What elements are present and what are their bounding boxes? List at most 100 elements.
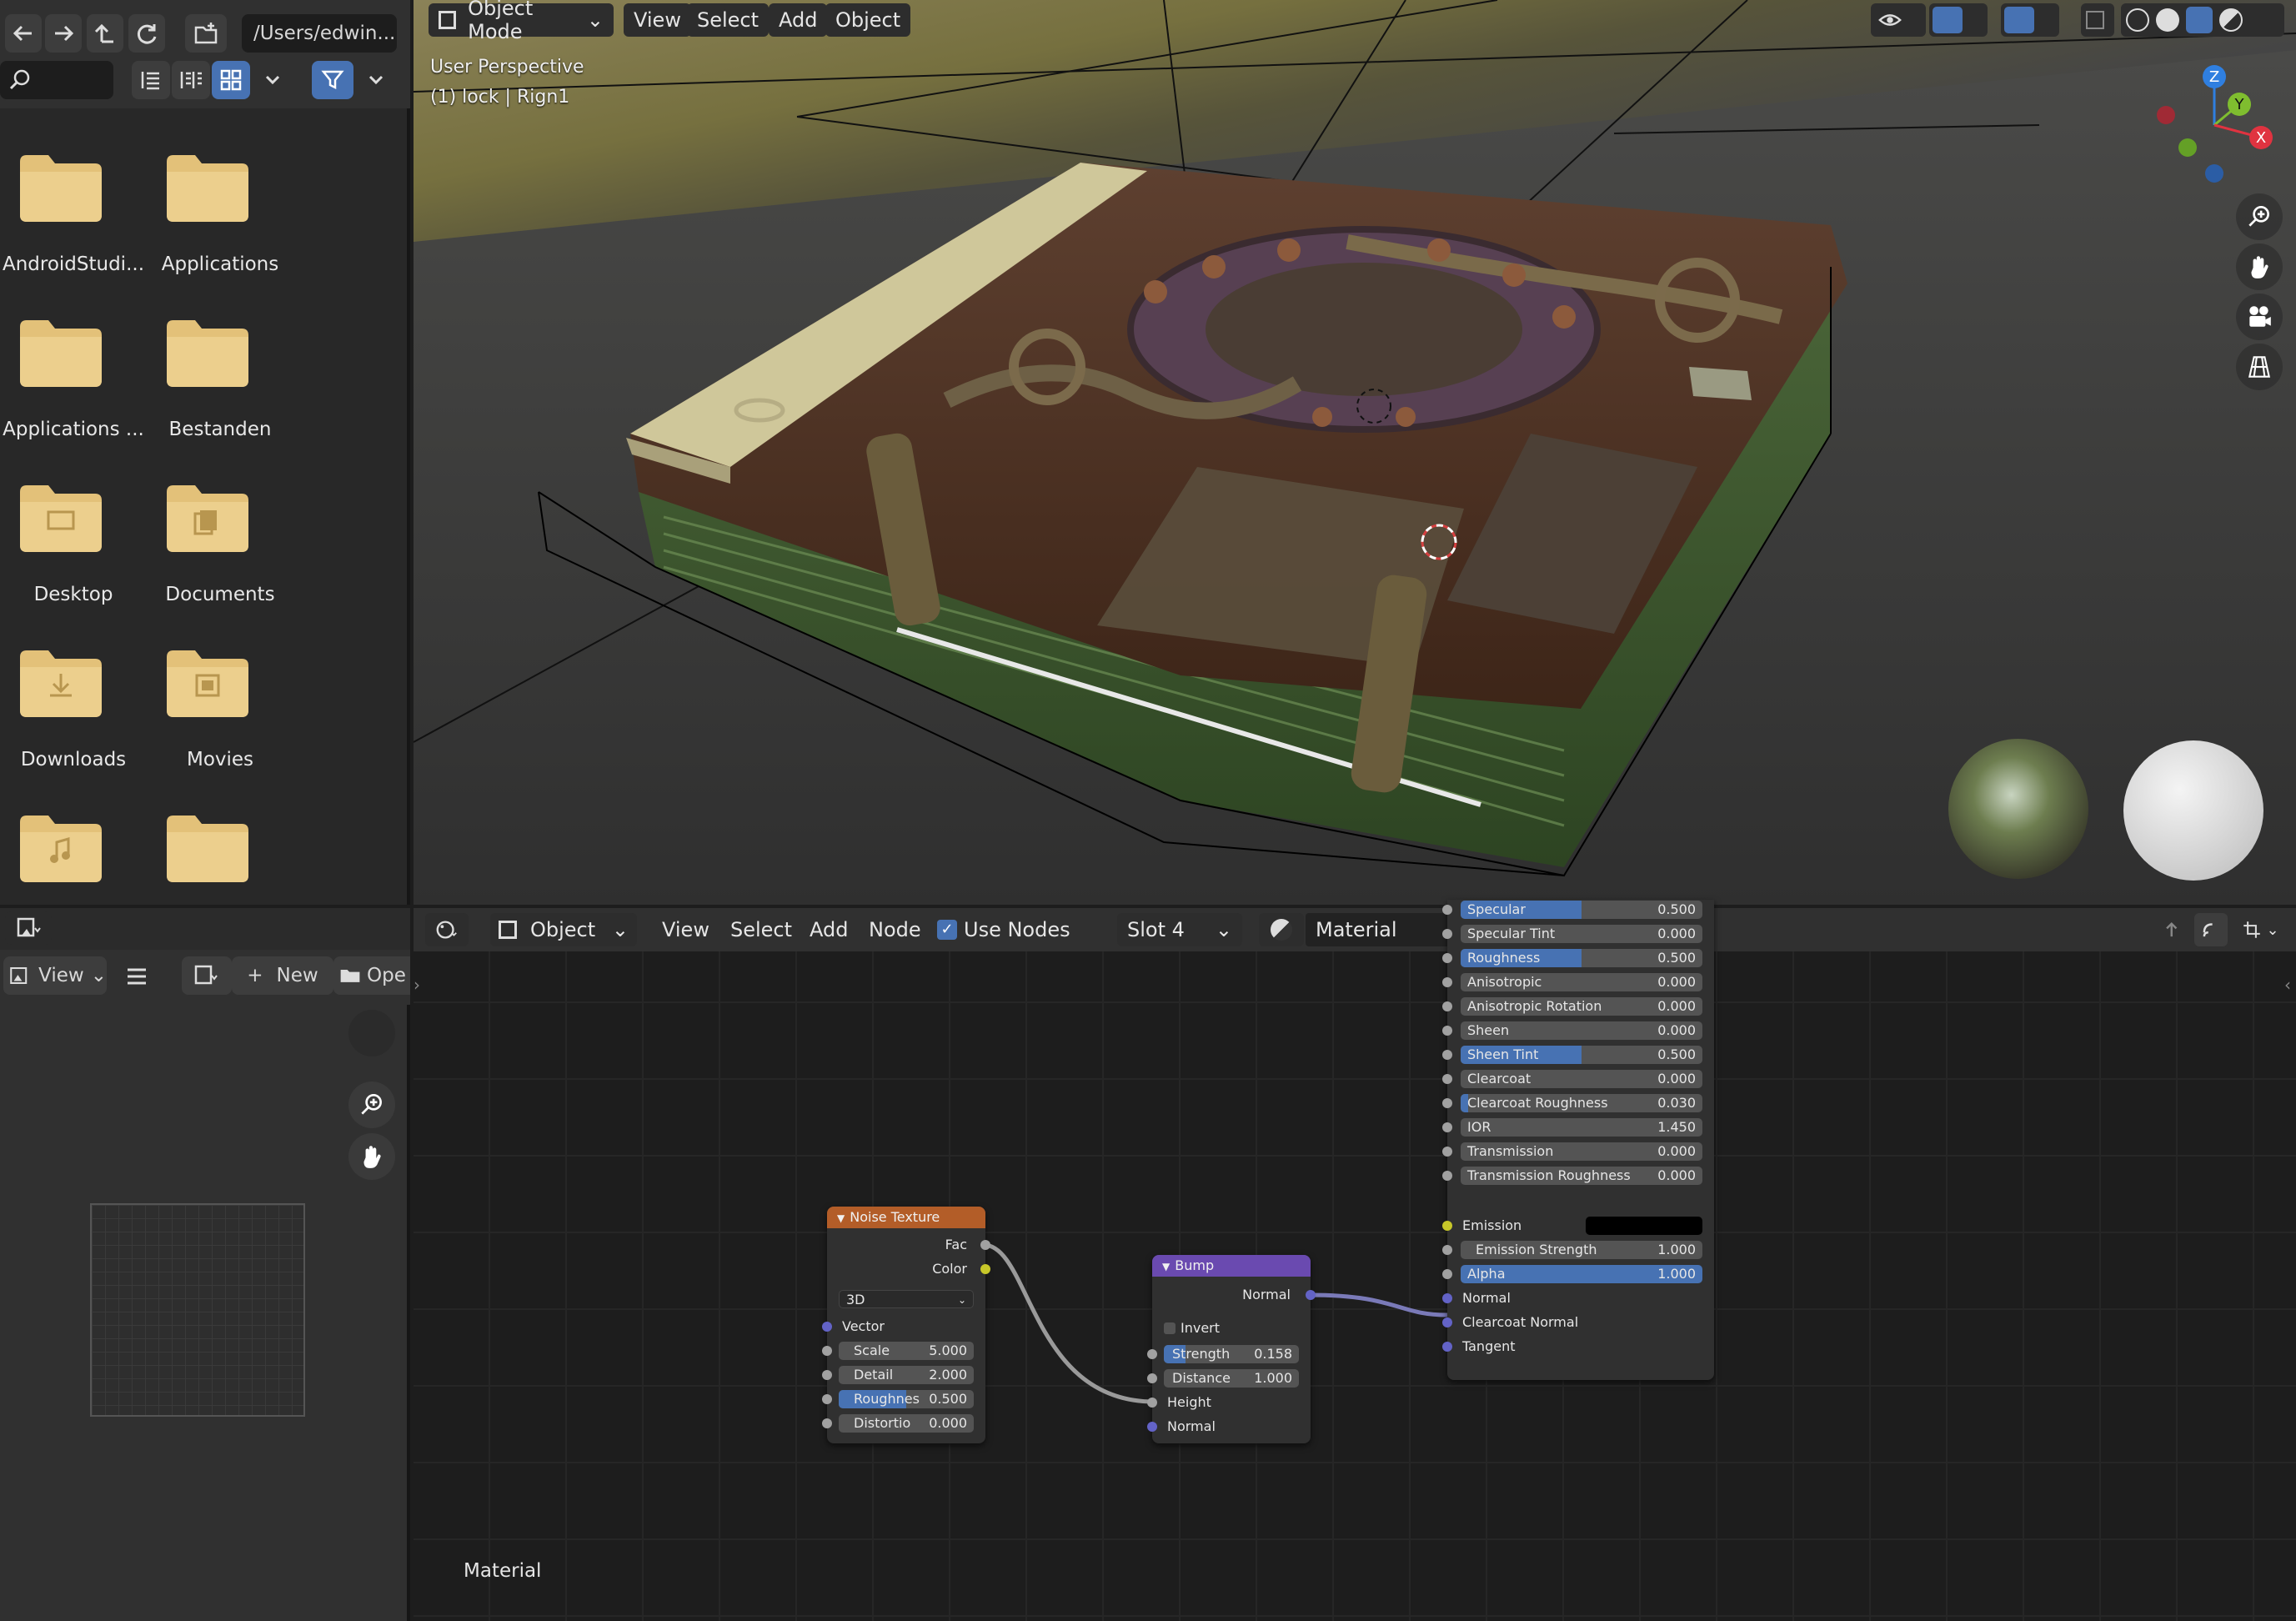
bsdf-input-socket[interactable] — [1442, 929, 1452, 939]
noise-value-field[interactable]: Distortio 0.000 — [839, 1414, 974, 1433]
clearcoat-normal-socket[interactable] — [1442, 1317, 1452, 1327]
empty-image-canvas[interactable] — [90, 1203, 305, 1417]
principled-bsdf-node[interactable]: Specular 0.500 Specular Tint 0.000 Roughness… — [1442, 900, 1714, 1380]
folder-item[interactable]: Movies — [147, 650, 293, 809]
viewport-menu-select[interactable]: Select — [687, 3, 770, 37]
viewport-menu-view[interactable]: View — [624, 3, 691, 37]
perspective-grid-icon[interactable] — [2236, 344, 2283, 390]
3d-viewport[interactable]: Object Mode ⌄ View Select Add Object Use… — [414, 0, 2296, 905]
bsdf-value-field[interactable]: IOR 1.450 — [1461, 1118, 1702, 1137]
forward-arrow-icon[interactable] — [45, 14, 82, 53]
bsdf-value-field[interactable]: Transmission 0.000 — [1461, 1142, 1702, 1161]
bsdf-value-field[interactable]: Sheen Tint 0.500 — [1461, 1046, 1702, 1064]
emission-socket[interactable] — [1442, 1221, 1452, 1231]
color-output-socket[interactable] — [980, 1264, 990, 1274]
image-pan-hand-icon[interactable] — [348, 1133, 395, 1180]
dimensions-dropdown[interactable]: 3D ⌄ — [839, 1290, 974, 1308]
visibility-eye-icon[interactable] — [1871, 3, 1926, 37]
height-input-socket[interactable] — [1147, 1398, 1157, 1408]
invert-checkbox[interactable]: Invert — [1152, 1318, 1311, 1338]
bsdf-input-socket[interactable] — [1442, 1171, 1452, 1181]
filter-icon[interactable] — [312, 61, 353, 99]
bsdf-input-socket[interactable] — [1442, 1098, 1452, 1108]
bsdf-value-field[interactable]: Anisotropic Rotation 0.000 — [1461, 997, 1702, 1016]
display-thumbnails-icon[interactable] — [212, 61, 250, 99]
gizmo-toggle-icon[interactable] — [1929, 3, 1988, 37]
bsdf-input-socket[interactable] — [1442, 953, 1452, 963]
bump-normal-output-socket[interactable] — [1306, 1290, 1316, 1300]
noise-input-socket[interactable] — [822, 1418, 832, 1428]
normal-input-socket[interactable] — [1147, 1422, 1157, 1432]
sidebar-toggle-arrow-icon[interactable]: ‹ — [2284, 975, 2291, 995]
folder-item[interactable]: Applications ... — [0, 320, 147, 479]
bsdf-value-field[interactable]: Clearcoat Roughness 0.030 — [1461, 1094, 1702, 1112]
folder-item[interactable]: Desktop — [0, 485, 147, 644]
bump-input-socket[interactable] — [1147, 1373, 1157, 1383]
bsdf-input-socket[interactable] — [1442, 977, 1452, 987]
new-folder-icon[interactable] — [185, 14, 227, 53]
bsdf-input-socket[interactable] — [1442, 1050, 1452, 1060]
folder-item[interactable]: Applications — [147, 155, 293, 314]
noise-value-field[interactable]: Detail 2.000 — [839, 1366, 974, 1384]
bsdf-input-socket[interactable] — [1442, 905, 1452, 915]
folder-item[interactable]: Downloads — [0, 650, 147, 809]
back-arrow-icon[interactable] — [5, 14, 42, 53]
directory-path-field[interactable]: /Users/edwin... — [242, 14, 397, 53]
editor-type-icon[interactable] — [5, 911, 52, 945]
zoom-view-icon[interactable] — [348, 1010, 395, 1056]
noise-input-socket[interactable] — [822, 1346, 832, 1356]
folder-item[interactable]: Bestanden — [147, 320, 293, 479]
bsdf-value-field[interactable]: Anisotropic 0.000 — [1461, 973, 1702, 991]
open-image-button[interactable]: Ope — [333, 956, 410, 995]
tangent-socket[interactable] — [1442, 1342, 1452, 1352]
pan-hand-icon[interactable] — [2236, 243, 2283, 290]
xray-toggle-icon[interactable] — [2081, 3, 2114, 37]
bsdf-input-socket[interactable] — [1442, 1074, 1452, 1084]
emission-strength-field[interactable]: Emission Strength 1.000 — [1461, 1241, 1702, 1259]
folder-item[interactable]: Documents — [147, 485, 293, 644]
display-list-vertical-icon[interactable] — [132, 61, 170, 99]
bump-value-field[interactable]: Distance 1.000 — [1164, 1369, 1299, 1388]
bsdf-value-field[interactable]: Transmission Roughness 0.000 — [1461, 1167, 1702, 1185]
noise-texture-node[interactable]: ▼ Noise Texture Fac Color 3D ⌄ Vector Scal… — [822, 1207, 990, 1443]
refresh-icon[interactable] — [128, 14, 165, 53]
image-browse-icon[interactable] — [182, 956, 232, 995]
bsdf-input-socket[interactable] — [1442, 1147, 1452, 1157]
image-view-menu[interactable]: View ⌄ — [3, 956, 107, 995]
image-zoom-icon[interactable] — [348, 1082, 395, 1128]
sidebar-toggle-arrow-icon[interactable]: › — [414, 975, 420, 995]
axis-navigation-gizmo[interactable]: Z Y X — [2148, 58, 2281, 192]
viewport-menu-add[interactable]: Add — [769, 3, 828, 37]
bsdf-normal-socket[interactable] — [1442, 1293, 1452, 1303]
object-mode-dropdown[interactable]: Object Mode ⌄ — [429, 0, 614, 43]
bump-value-field[interactable]: Strength 0.158 — [1164, 1345, 1299, 1363]
chevron-down-icon[interactable] — [357, 61, 395, 99]
bump-input-socket[interactable] — [1147, 1349, 1157, 1359]
noise-value-field[interactable]: Roughnes 0.500 — [839, 1390, 974, 1408]
emission-strength-socket[interactable] — [1442, 1245, 1452, 1255]
emission-color-swatch[interactable] — [1586, 1217, 1702, 1235]
overlay-toggle-icon[interactable] — [2001, 3, 2059, 37]
noise-input-socket[interactable] — [822, 1370, 832, 1380]
bsdf-value-field[interactable]: Specular Tint 0.000 — [1461, 925, 1702, 943]
shading-mode-buttons[interactable] — [2121, 3, 2284, 37]
zoom-view-icon[interactable] — [2236, 193, 2283, 240]
bsdf-value-field[interactable]: Specular 0.500 — [1461, 901, 1702, 919]
parent-directory-icon[interactable] — [87, 14, 123, 53]
bsdf-input-socket[interactable] — [1442, 1001, 1452, 1011]
folder-item[interactable]: AndroidStudi... — [0, 155, 147, 314]
fac-output-socket[interactable] — [980, 1240, 990, 1250]
noise-input-socket[interactable] — [822, 1394, 832, 1404]
new-image-button[interactable]: + New — [232, 956, 333, 995]
bsdf-input-socket[interactable] — [1442, 1026, 1452, 1036]
camera-view-icon[interactable] — [2236, 294, 2283, 340]
display-list-horizontal-icon[interactable] — [172, 61, 210, 99]
bump-node[interactable]: ▼ Bump Normal Invert Strength 0.158 Distanc… — [1147, 1255, 1316, 1443]
bsdf-value-field[interactable]: Sheen 0.000 — [1461, 1021, 1702, 1040]
alpha-field[interactable]: Alpha 1.000 — [1461, 1265, 1702, 1283]
hamburger-menu-icon[interactable] — [120, 960, 153, 993]
shader-node-editor[interactable]: Object ⌄ View Select Add Node ✓ Use Nodes… — [414, 900, 2296, 1621]
vector-input-socket[interactable] — [822, 1322, 832, 1332]
search-input[interactable] — [0, 61, 113, 99]
bsdf-value-field[interactable]: Clearcoat 0.000 — [1461, 1070, 1702, 1088]
